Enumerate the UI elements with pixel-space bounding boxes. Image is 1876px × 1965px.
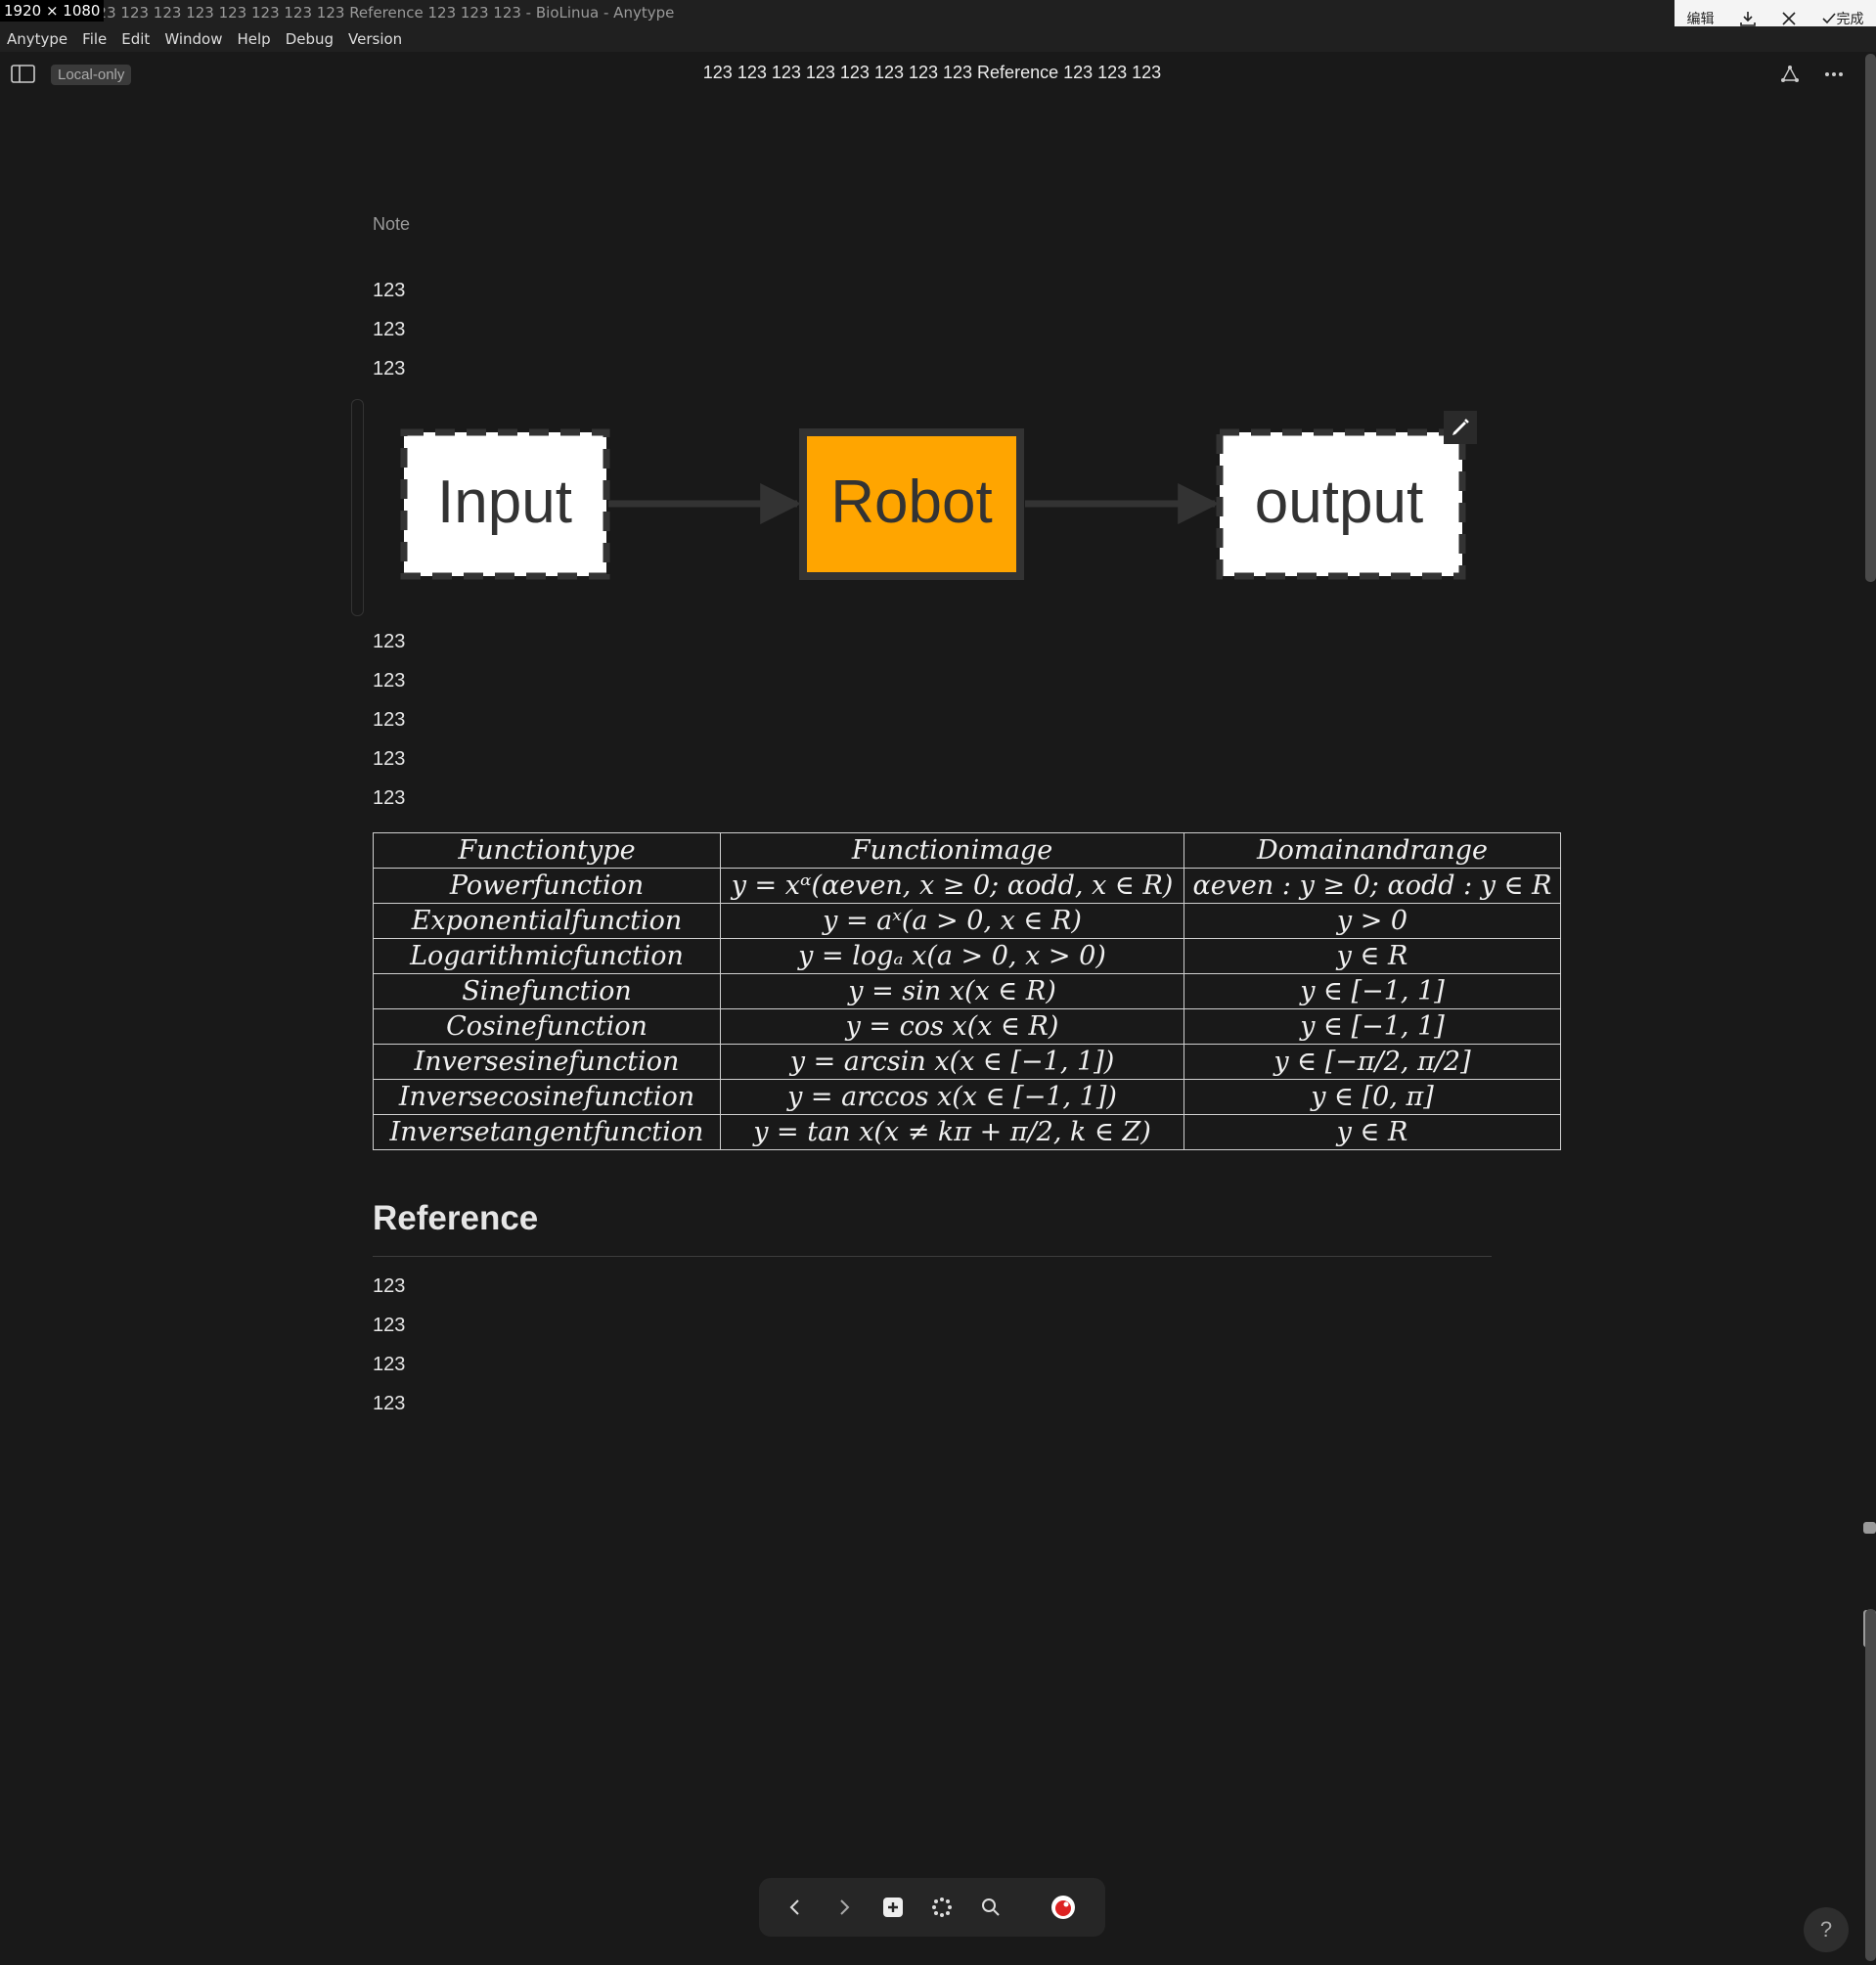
text-block[interactable]: 123: [373, 1275, 405, 1298]
window-title: 123 123 123 123 123 123 123 123 Referenc…: [88, 4, 675, 22]
text-block[interactable]: 123: [373, 631, 405, 653]
menu-debug[interactable]: Debug: [279, 30, 341, 48]
table-row: Inversesinefunction y = arcsin x(x ∈ [−1…: [373, 1044, 1561, 1080]
menu-version[interactable]: Version: [341, 30, 410, 48]
scrollbar-track[interactable]: [1865, 1609, 1876, 1961]
edit-pencil-icon[interactable]: [1444, 411, 1477, 444]
widgets-dots-icon[interactable]: [917, 1896, 966, 1919]
menu-help[interactable]: Help: [230, 30, 278, 48]
text-block[interactable]: 123: [373, 787, 405, 810]
table-cell: y = arcsin x(x ∈ [−1, 1]): [720, 1044, 1184, 1080]
node-label: output: [1255, 469, 1423, 536]
table-row: Inversetangentfunction y = tan x(x ≠ kπ …: [373, 1114, 1561, 1150]
table-cell: y ∈ R: [1184, 938, 1561, 974]
table-cell: y ∈ R: [1184, 1114, 1561, 1150]
table-cell: Sinefunction: [373, 973, 721, 1009]
diagram-node-output[interactable]: output: [1216, 428, 1466, 580]
table-cell: y ∈ [−1, 1]: [1184, 1008, 1561, 1045]
text-block[interactable]: 123: [373, 709, 405, 732]
text-block[interactable]: 123: [373, 1315, 405, 1337]
menu-window[interactable]: Window: [157, 30, 230, 48]
table-cell: y = cos x(x ∈ R): [720, 1008, 1184, 1045]
table-row: Inversecosinefunction y = arccos x(x ∈ […: [373, 1079, 1561, 1115]
table-cell: y ∈ [−1, 1]: [1184, 973, 1561, 1009]
table-row: Logarithmicfunction y = logₐ x(a > 0, x …: [373, 938, 1561, 974]
scrollbar-marker: [1863, 1522, 1876, 1534]
add-object-icon[interactable]: [869, 1896, 917, 1919]
table-header-cell: Functiontype: [373, 832, 721, 869]
table-cell: Cosinefunction: [373, 1008, 721, 1045]
text-block[interactable]: 123: [373, 358, 405, 380]
table-header-row: Functiontype Functionimage Domainandrang…: [373, 832, 1561, 869]
capture-edit-button[interactable]: 编辑: [1687, 9, 1715, 28]
flow-diagram[interactable]: Input Robot output: [372, 401, 1487, 597]
more-options-icon[interactable]: [1820, 61, 1848, 88]
menu-anytype[interactable]: Anytype: [0, 30, 75, 48]
table-cell: αeven : y ≥ 0; αodd : y ∈ R: [1184, 868, 1561, 904]
table-cell: Inversecosinefunction: [373, 1079, 721, 1115]
table-cell: y = xᵅ(αeven, x ≥ 0; αodd, x ∈ R): [720, 868, 1184, 904]
capture-done-label: 完成: [1836, 12, 1864, 27]
table-cell: y ∈ [0, π]: [1184, 1079, 1561, 1115]
text-block[interactable]: 123: [373, 319, 405, 341]
menu-file[interactable]: File: [75, 30, 114, 48]
profile-avatar-icon[interactable]: [1039, 1895, 1088, 1920]
table-cell: y = arccos x(x ∈ [−1, 1]): [720, 1079, 1184, 1115]
function-table[interactable]: Functiontype Functionimage Domainandrang…: [373, 832, 1561, 1150]
sidebar-toggle-icon[interactable]: [10, 63, 37, 86]
table-cell: Exponentialfunction: [373, 903, 721, 939]
text-block[interactable]: 123: [373, 1354, 405, 1376]
forward-arrow-icon[interactable]: [820, 1898, 869, 1917]
menu-edit[interactable]: Edit: [114, 30, 157, 48]
menu-bar: Anytype File Edit Window Help Debug Vers…: [0, 26, 1876, 52]
text-block[interactable]: 123: [373, 748, 405, 771]
heading-divider: [373, 1256, 1492, 1257]
page-title: 123 123 123 123 123 123 123 123 Referenc…: [702, 63, 1162, 82]
back-arrow-icon[interactable]: [771, 1898, 820, 1917]
text-block[interactable]: 123: [373, 1393, 405, 1415]
text-block[interactable]: 123: [373, 280, 405, 302]
table-cell: y ∈ [−π/2, π/2]: [1184, 1044, 1561, 1080]
node-label: Input: [437, 469, 572, 536]
check-icon: [1821, 13, 1836, 24]
table-row: Cosinefunction y = cos x(x ∈ R) y ∈ [−1,…: [373, 1008, 1561, 1045]
node-label: Robot: [830, 469, 992, 536]
table-cell: Logarithmicfunction: [373, 938, 721, 974]
table-cell: y = logₐ x(a > 0, x > 0): [720, 938, 1184, 974]
dimensions-badge: 1920 × 1080: [0, 0, 105, 22]
table-row: Exponentialfunction y = aˣ(a > 0, x ∈ R)…: [373, 903, 1561, 939]
download-icon[interactable]: [1739, 10, 1757, 27]
capture-done-button[interactable]: 完成: [1821, 9, 1864, 28]
close-icon[interactable]: [1781, 11, 1797, 26]
table-cell: y > 0: [1184, 903, 1561, 939]
help-button[interactable]: ?: [1804, 1907, 1849, 1952]
text-block[interactable]: 123: [373, 670, 405, 692]
note-label: Note: [373, 214, 411, 234]
search-icon[interactable]: [966, 1897, 1015, 1918]
table-cell: y = tan x(x ≠ kπ + π/2, k ∈ Z): [720, 1114, 1184, 1150]
table-cell: y = aˣ(a > 0, x ∈ R): [720, 903, 1184, 939]
table-cell: y = sin x(x ∈ R): [720, 973, 1184, 1009]
reference-heading[interactable]: Reference: [373, 1199, 538, 1238]
scrollbar-thumb[interactable]: [1865, 54, 1876, 582]
block-drag-handle[interactable]: [351, 399, 364, 616]
graph-icon[interactable]: [1776, 61, 1804, 88]
table-header-cell: Domainandrange: [1184, 832, 1561, 869]
table-cell: Powerfunction: [373, 868, 721, 904]
table-header-cell: Functionimage: [720, 832, 1184, 869]
bottom-navigation: [759, 1878, 1105, 1937]
diagram-node-robot[interactable]: Robot: [799, 428, 1024, 580]
table-cell: Inversetangentfunction: [373, 1114, 721, 1150]
table-row: Powerfunction y = xᵅ(αeven, x ≥ 0; αodd,…: [373, 868, 1561, 904]
table-row: Sinefunction y = sin x(x ∈ R) y ∈ [−1, 1…: [373, 973, 1561, 1009]
local-only-badge[interactable]: Local-only: [51, 65, 132, 85]
table-cell: Inversesinefunction: [373, 1044, 721, 1080]
diagram-node-input[interactable]: Input: [400, 428, 610, 580]
